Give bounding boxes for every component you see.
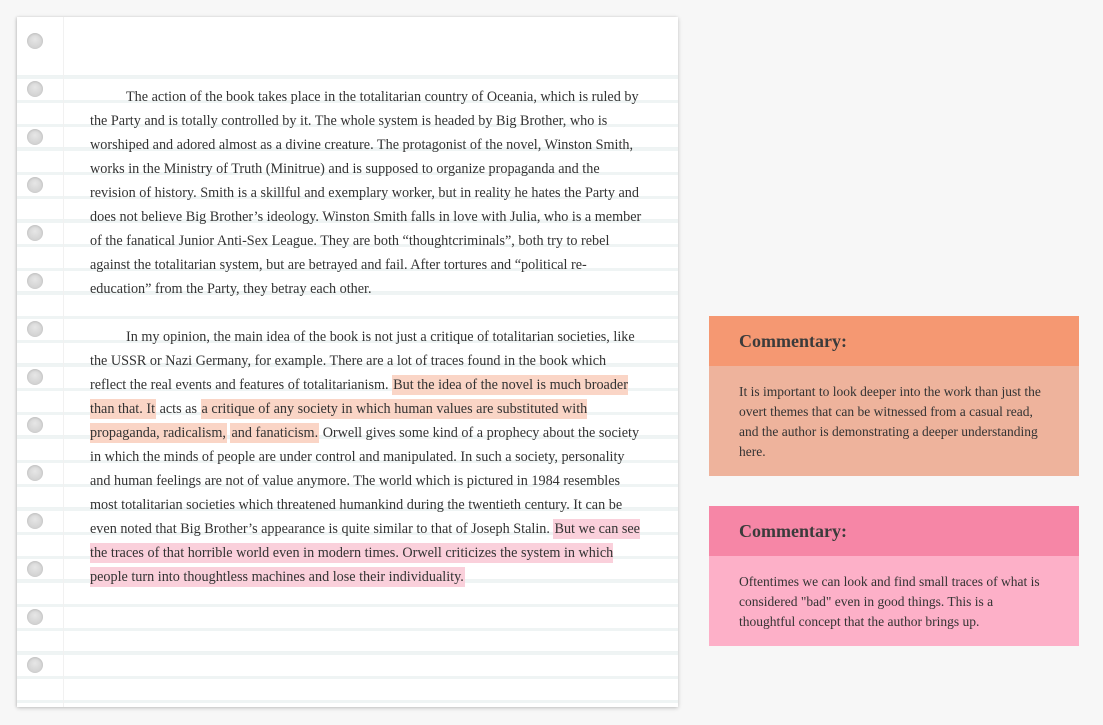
binder-hole [27, 321, 43, 337]
highlight-orange[interactable]: and fanaticism. [230, 423, 320, 443]
ruled-line [17, 652, 678, 655]
notebook-paper: The action of the book takes place in th… [17, 17, 678, 707]
binder-hole [27, 225, 43, 241]
ruled-line [17, 676, 678, 679]
commentary-title: Commentary: [709, 506, 1079, 556]
commentary-card-pink: Commentary: Oftentimes we can look and f… [709, 506, 1079, 646]
binder-hole [27, 465, 43, 481]
binder-hole [27, 561, 43, 577]
text-segment: The action of the book takes place in th… [90, 89, 642, 297]
commentary-card-orange: Commentary: It is important to look deep… [709, 316, 1079, 476]
commentary-body: Oftentimes we can look and find small tr… [709, 556, 1079, 646]
binder-hole [27, 369, 43, 385]
binder-hole [27, 417, 43, 433]
ruled-line [17, 700, 678, 703]
commentary-body: It is important to look deeper into the … [709, 366, 1079, 476]
binder-hole [27, 129, 43, 145]
margin-line [63, 17, 64, 707]
binder-hole [27, 609, 43, 625]
ruled-line [17, 604, 678, 607]
binder-hole [27, 177, 43, 193]
binder-hole [27, 513, 43, 529]
ruled-line [17, 76, 678, 79]
binder-hole [27, 33, 43, 49]
essay-text: The action of the book takes place in th… [90, 85, 642, 589]
commentary-title: Commentary: [709, 316, 1079, 366]
ruled-line [17, 628, 678, 631]
binder-hole [27, 657, 43, 673]
paragraph-2: In my opinion, the main idea of the book… [90, 325, 642, 589]
text-segment: acts as [156, 401, 201, 417]
binder-hole [27, 81, 43, 97]
binder-hole [27, 273, 43, 289]
paragraph-1: The action of the book takes place in th… [90, 85, 642, 301]
